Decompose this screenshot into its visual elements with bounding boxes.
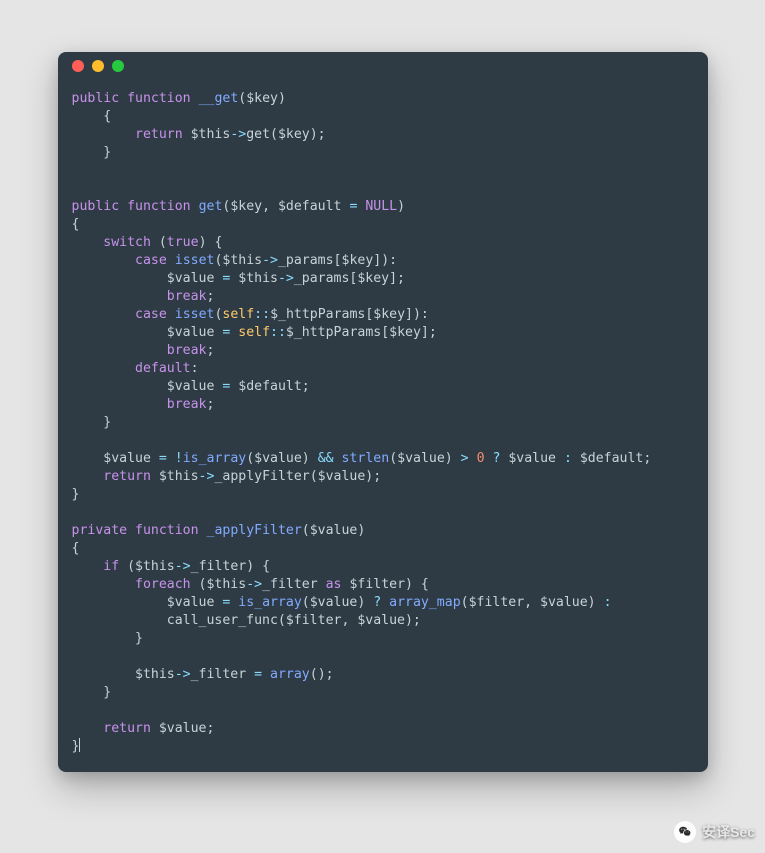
code-block: public function __get($key) { return $th… (58, 80, 708, 772)
watermark: 安译Sec (674, 821, 755, 843)
titlebar (58, 52, 708, 80)
code-window: public function __get($key) { return $th… (58, 52, 708, 772)
wechat-icon (674, 821, 696, 843)
close-icon[interactable] (72, 60, 84, 72)
maximize-icon[interactable] (112, 60, 124, 72)
minimize-icon[interactable] (92, 60, 104, 72)
watermark-label: 安译Sec (702, 822, 755, 842)
stage: public function __get($key) { return $th… (0, 0, 765, 853)
